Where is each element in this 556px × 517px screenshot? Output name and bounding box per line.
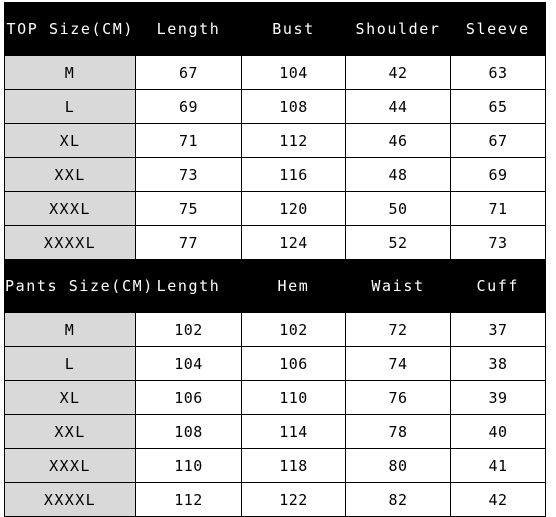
table-row: XXXXL 77 124 52 73 bbox=[4, 225, 546, 260]
cell-cuff: 38 bbox=[450, 346, 546, 381]
table-header-row: Pants Size(CM) Length Hem Waist Cuff bbox=[4, 260, 546, 313]
cell-length: 75 bbox=[135, 191, 242, 226]
cell-shoulder: 42 bbox=[345, 55, 451, 90]
cell-waist: 82 bbox=[345, 482, 451, 517]
pants-size-table-body: M 102 102 72 37 L 104 106 74 38 XL 106 1… bbox=[4, 312, 546, 517]
cell-length: 112 bbox=[135, 482, 242, 517]
cell-waist: 74 bbox=[345, 346, 451, 381]
cell-size: XXXL bbox=[4, 191, 136, 226]
column-header-size: Pants Size(CM) bbox=[4, 260, 152, 313]
table-row: M 67 104 42 63 bbox=[4, 55, 546, 90]
cell-length: 106 bbox=[135, 380, 242, 415]
cell-size: L bbox=[4, 89, 136, 124]
top-size-table-body: M 67 104 42 63 L 69 108 44 65 XL 71 112 … bbox=[4, 55, 546, 260]
cell-bust: 116 bbox=[241, 157, 346, 192]
cell-hem: 118 bbox=[241, 448, 346, 483]
cell-hem: 106 bbox=[241, 346, 346, 381]
cell-length: 71 bbox=[135, 123, 242, 158]
cell-hem: 122 bbox=[241, 482, 346, 517]
size-chart-sheet: TOP Size(CM) Length Bust Shoulder Sleeve… bbox=[0, 0, 556, 517]
cell-cuff: 40 bbox=[450, 414, 546, 449]
cell-waist: 80 bbox=[345, 448, 451, 483]
cell-shoulder: 52 bbox=[345, 225, 451, 260]
cell-size: XXL bbox=[4, 414, 136, 449]
cell-size: M bbox=[4, 55, 136, 90]
cell-size: XL bbox=[4, 380, 136, 415]
cell-size: XL bbox=[4, 123, 136, 158]
cell-length: 110 bbox=[135, 448, 242, 483]
cell-waist: 78 bbox=[345, 414, 451, 449]
column-header-sleeve: Sleeve bbox=[450, 2, 546, 56]
top-size-table-head: TOP Size(CM) Length Bust Shoulder Sleeve bbox=[4, 2, 546, 56]
cell-bust: 120 bbox=[241, 191, 346, 226]
column-header-hem: Hem bbox=[241, 260, 346, 313]
cell-shoulder: 50 bbox=[345, 191, 451, 226]
cell-waist: 76 bbox=[345, 380, 451, 415]
cell-size: XXXL bbox=[4, 448, 136, 483]
column-header-waist: Waist bbox=[345, 260, 451, 313]
table-header-row: TOP Size(CM) Length Bust Shoulder Sleeve bbox=[4, 2, 546, 56]
top-size-table: TOP Size(CM) Length Bust Shoulder Sleeve… bbox=[4, 2, 546, 260]
cell-length: 73 bbox=[135, 157, 242, 192]
table-row: XXXXL 112 122 82 42 bbox=[4, 482, 546, 517]
table-row: XXXL 110 118 80 41 bbox=[4, 448, 546, 483]
cell-length: 104 bbox=[135, 346, 242, 381]
cell-hem: 110 bbox=[241, 380, 346, 415]
cell-shoulder: 46 bbox=[345, 123, 451, 158]
cell-hem: 114 bbox=[241, 414, 346, 449]
table-row: L 104 106 74 38 bbox=[4, 346, 546, 381]
cell-sleeve: 71 bbox=[450, 191, 546, 226]
table-row: XL 71 112 46 67 bbox=[4, 123, 546, 158]
cell-sleeve: 65 bbox=[450, 89, 546, 124]
cell-length: 77 bbox=[135, 225, 242, 260]
cell-bust: 112 bbox=[241, 123, 346, 158]
table-row: XXXL 75 120 50 71 bbox=[4, 191, 546, 226]
cell-length: 102 bbox=[135, 312, 242, 347]
cell-bust: 124 bbox=[241, 225, 346, 260]
cell-waist: 72 bbox=[345, 312, 451, 347]
cell-hem: 102 bbox=[241, 312, 346, 347]
column-header-size: TOP Size(CM) bbox=[4, 2, 136, 56]
cell-cuff: 37 bbox=[450, 312, 546, 347]
cell-sleeve: 63 bbox=[450, 55, 546, 90]
cell-sleeve: 67 bbox=[450, 123, 546, 158]
column-header-cuff: Cuff bbox=[450, 260, 546, 313]
cell-cuff: 42 bbox=[450, 482, 546, 517]
cell-size: XXL bbox=[4, 157, 136, 192]
pants-size-table-head: Pants Size(CM) Length Hem Waist Cuff bbox=[4, 260, 546, 313]
table-row: XXL 108 114 78 40 bbox=[4, 414, 546, 449]
cell-shoulder: 44 bbox=[345, 89, 451, 124]
cell-size: XXXXL bbox=[4, 225, 136, 260]
column-header-bust: Bust bbox=[241, 2, 346, 56]
cell-size: L bbox=[4, 346, 136, 381]
cell-sleeve: 69 bbox=[450, 157, 546, 192]
table-row: M 102 102 72 37 bbox=[4, 312, 546, 347]
table-row: XL 106 110 76 39 bbox=[4, 380, 546, 415]
cell-length: 108 bbox=[135, 414, 242, 449]
cell-length: 67 bbox=[135, 55, 242, 90]
column-header-shoulder: Shoulder bbox=[345, 2, 451, 56]
cell-sleeve: 73 bbox=[450, 225, 546, 260]
cell-size: XXXXL bbox=[4, 482, 136, 517]
table-row: XXL 73 116 48 69 bbox=[4, 157, 546, 192]
cell-shoulder: 48 bbox=[345, 157, 451, 192]
cell-size: M bbox=[4, 312, 136, 347]
table-row: L 69 108 44 65 bbox=[4, 89, 546, 124]
cell-bust: 108 bbox=[241, 89, 346, 124]
cell-cuff: 41 bbox=[450, 448, 546, 483]
column-header-length: Length bbox=[135, 2, 242, 56]
cell-length: 69 bbox=[135, 89, 242, 124]
cell-cuff: 39 bbox=[450, 380, 546, 415]
cell-bust: 104 bbox=[241, 55, 346, 90]
pants-size-table: Pants Size(CM) Length Hem Waist Cuff M 1… bbox=[4, 260, 546, 517]
